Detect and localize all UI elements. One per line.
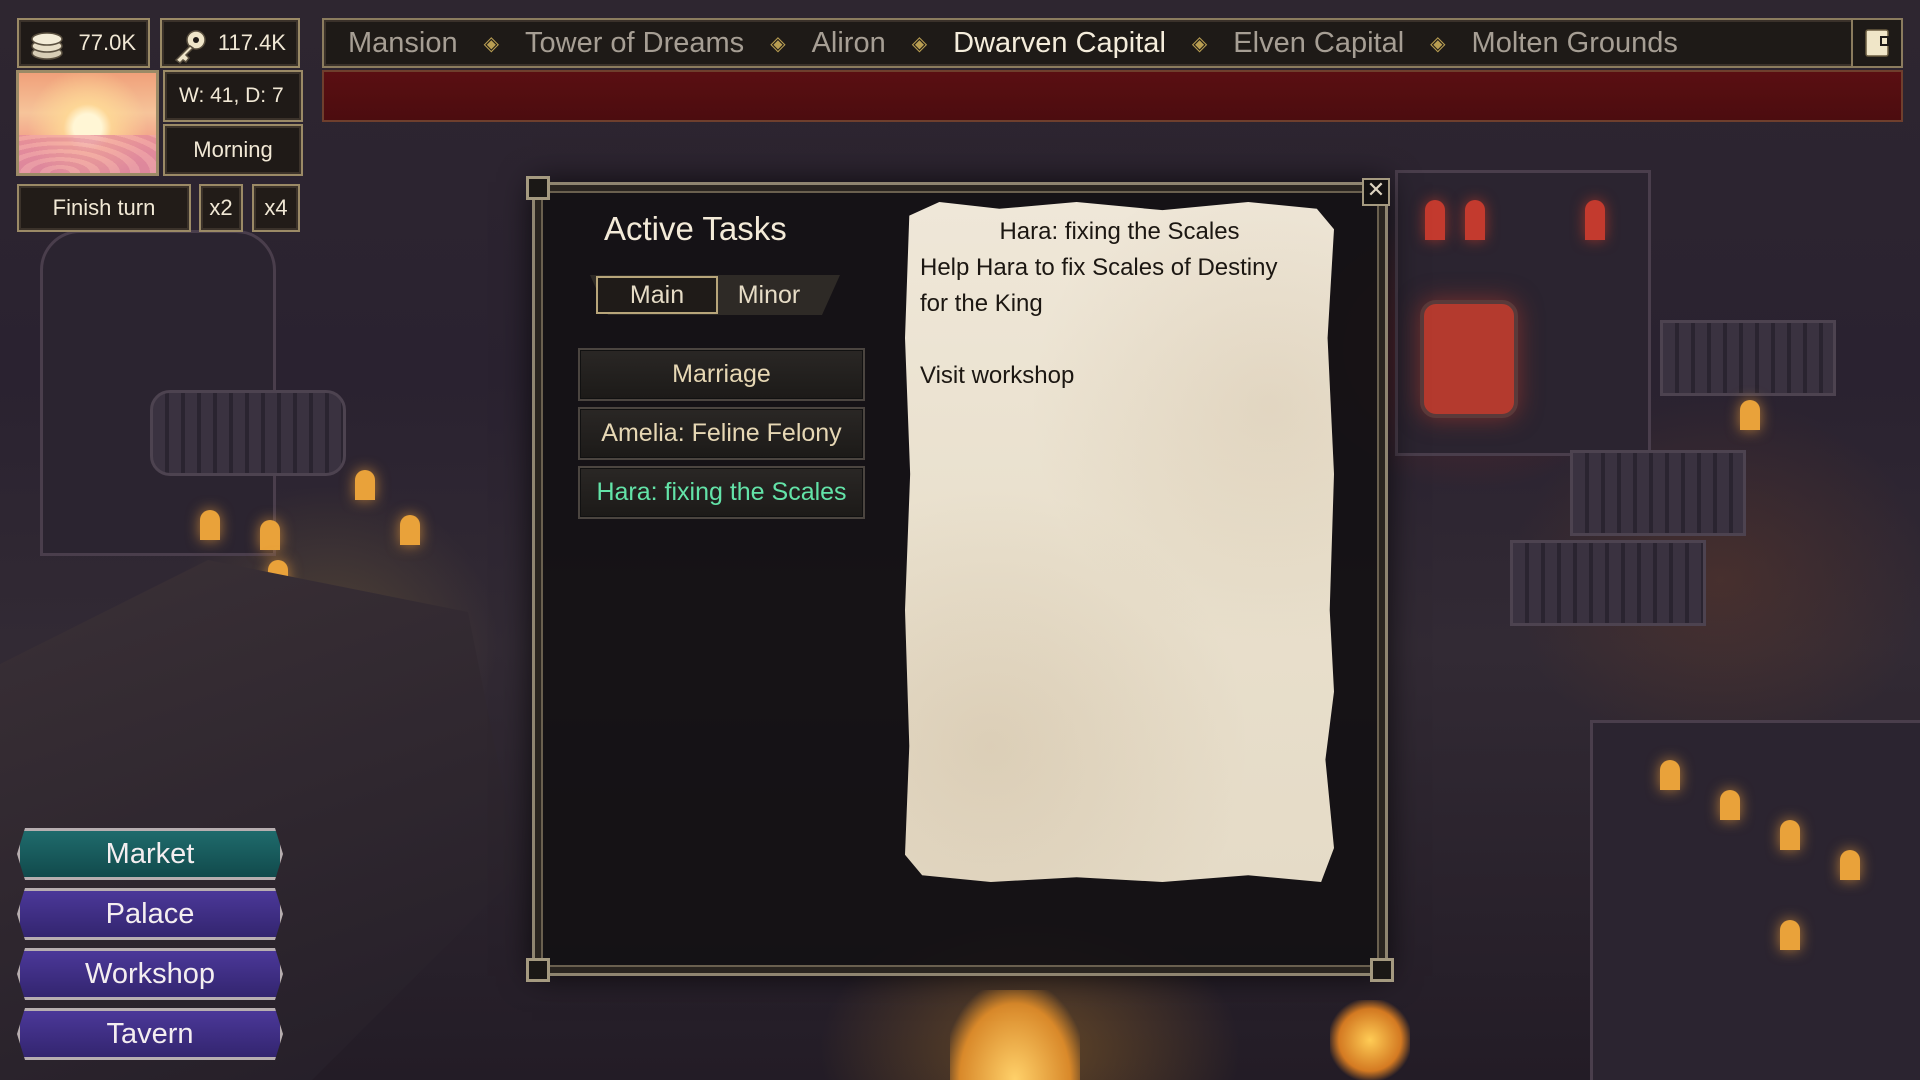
- nav-elven-capital[interactable]: Elven Capital: [1233, 27, 1404, 60]
- roof: [1570, 450, 1746, 536]
- tavern-button[interactable]: Tavern: [17, 1008, 283, 1060]
- nav-separator-icon: ◈: [1430, 32, 1446, 55]
- lit-window: [1780, 820, 1800, 850]
- lit-window: [200, 510, 220, 540]
- lit-window: [355, 470, 375, 500]
- task-hara-fixing-the-scales[interactable]: Hara: fixing the Scales: [578, 466, 865, 519]
- lit-window: [1780, 920, 1800, 950]
- keys-value: 117.4K: [217, 30, 286, 55]
- frame-corner: [1370, 958, 1394, 982]
- tab-minor[interactable]: Minor: [718, 276, 820, 314]
- gold-value: 77.0K: [78, 30, 137, 55]
- lit-window: [1465, 200, 1485, 240]
- nav-separator-icon: ◈: [1191, 32, 1208, 55]
- roof: [150, 390, 346, 476]
- speed-x4-button[interactable]: x4: [252, 184, 300, 232]
- lit-window: [1585, 200, 1605, 240]
- nav-molten-grounds[interactable]: Molten Grounds: [1472, 27, 1678, 60]
- glow: [950, 990, 1080, 1080]
- gold-counter: 77.0K: [17, 18, 150, 68]
- nav-tower-of-dreams[interactable]: Tower of Dreams: [525, 27, 744, 60]
- date-display: W: 41, D: 7: [163, 70, 303, 122]
- journal-button[interactable]: [1851, 20, 1901, 66]
- lit-window: [1720, 790, 1740, 820]
- lit-window: [1740, 400, 1760, 430]
- market-button[interactable]: Market: [17, 828, 283, 880]
- nav-separator-icon: ◈: [483, 32, 500, 55]
- keys-counter: 117.4K: [160, 18, 300, 68]
- nav-aliron[interactable]: Aliron: [812, 27, 886, 60]
- lit-window: [1660, 760, 1680, 790]
- roof: [1510, 540, 1706, 626]
- task-detail-description-line2: for the King: [920, 290, 1043, 317]
- nav-separator-icon: ◈: [911, 32, 928, 55]
- red-gate: [1420, 300, 1518, 418]
- speed-x2-button[interactable]: x2: [199, 184, 243, 232]
- location-nav: Mansion ◈ Tower of Dreams ◈ Aliron ◈ Dwa…: [322, 18, 1903, 68]
- close-button[interactable]: ✕: [1362, 178, 1390, 206]
- key-icon: [174, 30, 206, 64]
- task-detail-description-line1: Help Hara to fix Scales of Destiny: [920, 254, 1278, 281]
- period-display: Morning: [163, 124, 303, 176]
- lit-window: [260, 520, 280, 550]
- tab-main[interactable]: Main: [596, 276, 718, 314]
- torch: [1330, 1000, 1410, 1080]
- lit-window: [400, 515, 420, 545]
- roof: [1660, 320, 1836, 396]
- frame-corner: [526, 958, 550, 982]
- cliff: [0, 560, 520, 1080]
- task-amelia-feline-felony[interactable]: Amelia: Feline Felony: [578, 407, 865, 460]
- nav-dwarven-capital[interactable]: Dwarven Capital: [953, 27, 1166, 60]
- notification-banner: [322, 70, 1903, 122]
- lit-window: [1425, 200, 1445, 240]
- period-text: Morning: [193, 137, 273, 162]
- coins-icon: [31, 32, 63, 60]
- scroll-icon: [1865, 29, 1889, 57]
- lit-window: [1840, 850, 1860, 880]
- nav-separator-icon: ◈: [770, 32, 786, 55]
- workshop-button[interactable]: Workshop: [17, 948, 283, 1000]
- frame-corner: [526, 176, 550, 200]
- finish-turn-button[interactable]: Finish turn: [17, 184, 191, 232]
- time-of-day-image: [16, 70, 159, 176]
- nav-mansion[interactable]: Mansion: [348, 27, 458, 60]
- task-marriage[interactable]: Marriage: [578, 348, 865, 401]
- date-text: W: 41, D: 7: [179, 84, 284, 107]
- task-objective: Visit workshop: [920, 362, 1075, 389]
- palace-button[interactable]: Palace: [17, 888, 283, 940]
- dialog-title: Active Tasks: [604, 210, 787, 247]
- task-detail-title: Hara: fixing the Scales: [999, 218, 1240, 245]
- building: [1590, 720, 1920, 1080]
